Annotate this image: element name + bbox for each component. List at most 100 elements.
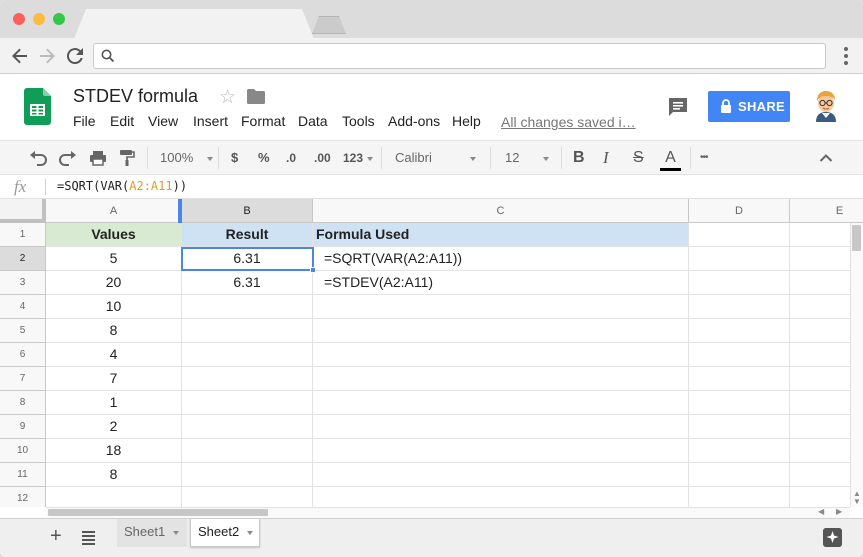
sheet-tab-sheet1[interactable]: Sheet1 <box>117 519 187 547</box>
cell-b3[interactable]: 6.31 <box>182 271 313 295</box>
cell-c5[interactable] <box>313 319 689 343</box>
cell-a9[interactable]: 2 <box>46 415 182 439</box>
fill-handle[interactable] <box>310 267 316 273</box>
strikethrough-button[interactable]: S <box>633 149 644 167</box>
cell-e11[interactable] <box>790 463 850 487</box>
menu-file[interactable]: File <box>73 113 96 129</box>
cell-d5[interactable] <box>689 319 790 343</box>
redo-icon[interactable] <box>58 149 78 167</box>
currency-format-button[interactable]: $ <box>231 149 238 167</box>
cell-b5[interactable] <box>182 319 313 343</box>
row-header-12[interactable]: 12 <box>0 487 46 507</box>
column-header-e[interactable]: E <box>790 199 850 223</box>
formula-input[interactable]: =SQRT(VAR(A2:A11)) <box>57 179 187 193</box>
row-header-11[interactable]: 11 <box>0 463 46 487</box>
cell-c1[interactable]: Formula Used <box>313 223 689 247</box>
explore-icon[interactable] <box>823 528 842 547</box>
paint-format-icon[interactable] <box>119 149 135 167</box>
address-bar[interactable] <box>93 43 826 69</box>
avatar[interactable] <box>810 88 842 124</box>
cell-a4[interactable]: 10 <box>46 295 182 319</box>
select-all-corner[interactable] <box>0 199 46 223</box>
menu-insert[interactable]: Insert <box>193 113 228 129</box>
vertical-scrollbar-thumb[interactable] <box>852 225 861 251</box>
vertical-scrollbar[interactable] <box>850 223 863 507</box>
cell-c11[interactable] <box>313 463 689 487</box>
row-header-5[interactable]: 5 <box>0 319 46 343</box>
more-formats-select[interactable]: 123 <box>343 149 374 167</box>
cell-d1[interactable] <box>689 223 790 247</box>
cell-e1[interactable] <box>790 223 850 247</box>
font-family-select[interactable]: Calibri <box>395 149 476 167</box>
maximize-window-button[interactable] <box>53 13 65 25</box>
cell-e7[interactable] <box>790 367 850 391</box>
forward-arrow-icon[interactable] <box>35 44 59 68</box>
new-tab-button[interactable] <box>312 16 346 34</box>
cell-b7[interactable] <box>182 367 313 391</box>
row-header-2[interactable]: 2 <box>0 247 46 271</box>
cell-e6[interactable] <box>790 343 850 367</box>
cell-c12[interactable] <box>313 487 689 507</box>
zoom-select[interactable]: 100% <box>160 149 214 167</box>
row-header-3[interactable]: 3 <box>0 271 46 295</box>
row-header-10[interactable]: 10 <box>0 439 46 463</box>
cell-c7[interactable] <box>313 367 689 391</box>
column-header-c[interactable]: C <box>313 199 689 223</box>
scroll-right-arrow-icon[interactable]: ▶ <box>836 507 842 517</box>
close-window-button[interactable] <box>13 13 25 25</box>
chevron-down-icon[interactable] <box>247 530 254 535</box>
row-header-6[interactable]: 6 <box>0 343 46 367</box>
row-header-8[interactable]: 8 <box>0 391 46 415</box>
cell-e3[interactable] <box>790 271 850 295</box>
cell-c8[interactable] <box>313 391 689 415</box>
print-icon[interactable] <box>89 149 107 167</box>
menu-data[interactable]: Data <box>298 113 328 129</box>
cell-a8[interactable]: 1 <box>46 391 182 415</box>
cell-c4[interactable] <box>313 295 689 319</box>
cell-a1[interactable]: Values <box>46 223 182 247</box>
share-button[interactable]: SHARE <box>708 91 790 122</box>
cell-e4[interactable] <box>790 295 850 319</box>
cell-b8[interactable] <box>182 391 313 415</box>
scroll-left-arrow-icon[interactable]: ◀ <box>818 507 824 517</box>
decrease-decimals-button[interactable]: .0 <box>286 149 296 167</box>
menu-view[interactable]: View <box>148 113 178 129</box>
cell-d12[interactable] <box>689 487 790 507</box>
row-header-1[interactable]: 1 <box>0 223 46 247</box>
column-header-b[interactable]: B <box>182 199 313 223</box>
undo-icon[interactable] <box>28 149 48 167</box>
cell-a7[interactable]: 7 <box>46 367 182 391</box>
comments-icon[interactable] <box>667 96 689 118</box>
minimize-window-button[interactable] <box>33 13 45 25</box>
cell-e8[interactable] <box>790 391 850 415</box>
chevron-up-icon[interactable] <box>819 149 833 167</box>
row-header-7[interactable]: 7 <box>0 367 46 391</box>
bold-button[interactable]: B <box>573 149 585 167</box>
percent-format-button[interactable]: % <box>258 149 270 167</box>
all-sheets-list-icon[interactable] <box>82 531 95 547</box>
menu-edit[interactable]: Edit <box>110 113 134 129</box>
cell-a2[interactable]: 5 <box>46 247 182 271</box>
horizontal-scrollbar-thumb[interactable] <box>48 509 268 516</box>
cell-d7[interactable] <box>689 367 790 391</box>
cell-a12[interactable] <box>46 487 182 507</box>
sheet-tab-sheet2[interactable]: Sheet2 <box>190 519 260 547</box>
cell-c10[interactable] <box>313 439 689 463</box>
column-header-d[interactable]: D <box>689 199 790 223</box>
cell-d10[interactable] <box>689 439 790 463</box>
cell-b11[interactable] <box>182 463 313 487</box>
menu-format[interactable]: Format <box>241 113 285 129</box>
cell-d4[interactable] <box>689 295 790 319</box>
folder-icon[interactable] <box>247 89 265 104</box>
cell-b10[interactable] <box>182 439 313 463</box>
cell-b4[interactable] <box>182 295 313 319</box>
font-size-select[interactable]: 12 <box>505 149 550 167</box>
browser-menu-icon[interactable] <box>838 44 854 68</box>
cell-d11[interactable] <box>689 463 790 487</box>
column-header-a[interactable]: A <box>46 199 182 223</box>
reload-icon[interactable] <box>63 44 87 68</box>
cell-e12[interactable] <box>790 487 850 507</box>
cell-a10[interactable]: 18 <box>46 439 182 463</box>
menu-tools[interactable]: Tools <box>342 113 375 129</box>
cell-d2[interactable] <box>689 247 790 271</box>
